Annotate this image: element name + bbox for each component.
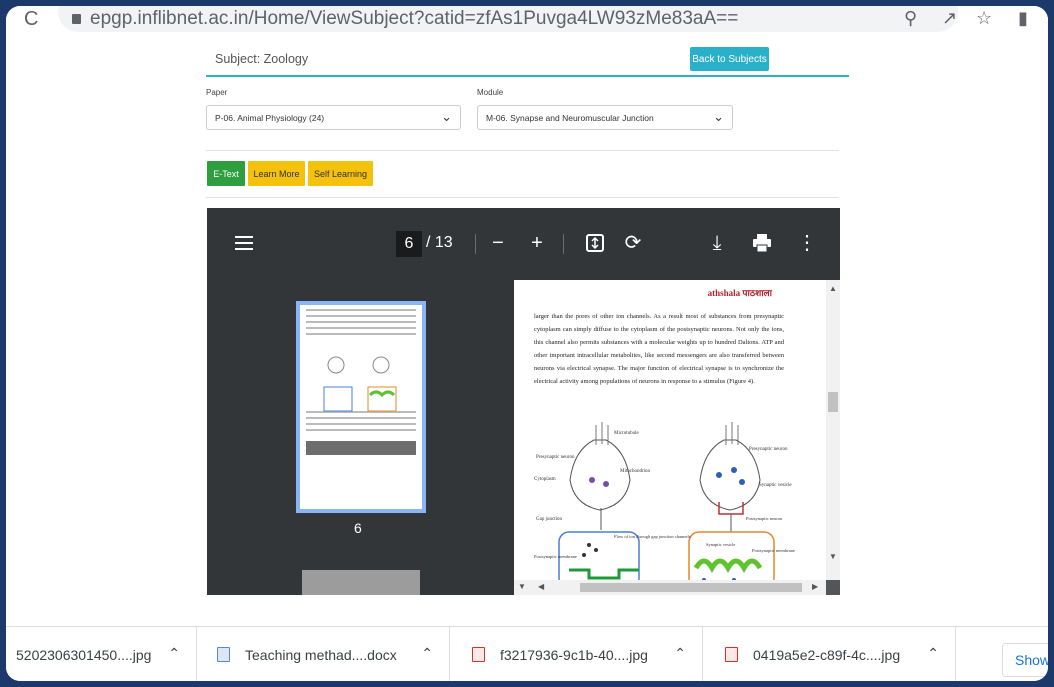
figure-label: Presynaptic neuron [536, 455, 575, 460]
toolbar-divider [475, 234, 476, 254]
paper-select[interactable]: P-06. Animal Physiology (24) ⌄ [206, 105, 461, 130]
scroll-right-icon[interactable]: ▶ [812, 582, 818, 591]
figure-label: Gap junction [536, 517, 562, 522]
thumbnail-sidebar: 6 [207, 280, 514, 595]
menu-icon[interactable] [235, 236, 253, 250]
scroll-left-icon[interactable]: ◀ [538, 582, 544, 591]
downloads-bar: 5202306301450....jpg ⌃ Teaching methad..… [6, 626, 1048, 681]
module-label: Module [477, 88, 504, 97]
scroll-up-icon[interactable]: ▲ [829, 284, 837, 293]
divider [206, 150, 839, 151]
page-thumbnail[interactable] [296, 301, 426, 513]
image-file-icon [472, 647, 485, 662]
page-scrollbar[interactable]: ▲ ▼ [826, 280, 840, 580]
download-icon[interactable]: ⤓ [704, 230, 730, 256]
zoom-out-icon[interactable]: − [485, 230, 511, 256]
scroll-down-icon[interactable]: ▼ [518, 582, 526, 591]
tab-self-learning[interactable]: Self Learning [308, 161, 373, 186]
scrollbar-thumb[interactable] [828, 392, 838, 412]
figure-label: Postsynaptic membrane [534, 554, 577, 559]
chevron-up-icon[interactable]: ⌃ [168, 645, 180, 662]
page-thumbnail[interactable] [302, 570, 420, 595]
divider [206, 197, 839, 198]
figure-label: Postsynaptic neuron [746, 516, 783, 521]
more-options-icon[interactable]: ⋮ [794, 230, 820, 256]
paper-select-value: P-06. Animal Physiology (24) [215, 112, 325, 123]
pdf-toolbar: 6 / 13 − + ⟳ ⤓ ⋮ [207, 208, 840, 280]
scroll-down-icon[interactable]: ▼ [829, 552, 837, 561]
chevron-up-icon[interactable]: ⌃ [927, 645, 939, 662]
chevron-up-icon[interactable]: ⌃ [421, 645, 433, 662]
download-filename: Teaching methad....docx [245, 646, 397, 663]
reload-icon[interactable]: C [24, 8, 38, 31]
chevron-down-icon: ⌄ [713, 109, 724, 124]
download-filename: f3217936-9c1b-40....jpg [500, 646, 648, 663]
figure-label: Cytoplasm [534, 477, 556, 482]
rotate-icon[interactable]: ⟳ [620, 230, 646, 256]
search-icon[interactable]: ⚲ [904, 8, 917, 29]
figure-label: Postsynaptic membrane [752, 548, 795, 553]
figure-label: Synaptic vesicle [706, 542, 735, 547]
synapse-figure: Microtubule Presynaptic neuron Cytoplasm… [534, 422, 795, 589]
show-all-button[interactable]: Show [1002, 643, 1048, 677]
tab-e-text[interactable]: E-Text [207, 161, 245, 186]
image-file-icon [725, 647, 738, 662]
chevron-down-icon: ⌄ [441, 109, 452, 124]
page-number-input[interactable]: 6 [396, 231, 422, 257]
paper-label: Paper [206, 88, 228, 97]
address-bar: C epgp.inflibnet.ac.in/Home/ViewSubject?… [6, 6, 1048, 36]
chevron-up-icon[interactable]: ⌃ [674, 645, 686, 662]
figure-label: Synaptic vesicle [759, 483, 792, 488]
url-text[interactable]: epgp.inflibnet.ac.in/Home/ViewSubject?ca… [90, 8, 738, 30]
thumbnail-page-number: 6 [354, 520, 362, 536]
doc-file-icon [217, 647, 230, 662]
module-select[interactable]: M-06. Synapse and Neuromuscular Junction… [477, 105, 733, 130]
figure-label: Microtubule [614, 431, 639, 436]
scrollbar-thumb[interactable] [580, 583, 802, 592]
download-item[interactable]: f3217936-9c1b-40....jpg ⌃ [450, 627, 703, 681]
figure-label: Mitochondrion [620, 469, 650, 474]
figure-label: Presynaptic neuron [749, 447, 788, 452]
share-icon[interactable]: ↗ [942, 8, 957, 29]
pathshala-logo: athshala पाठशाला [707, 288, 772, 298]
toolbar-divider [563, 234, 564, 254]
download-item[interactable]: Teaching methad....docx ⌃ [197, 627, 450, 681]
page-body-text: larger than the pores of other ion chann… [534, 313, 784, 385]
pdf-viewer: 6 / 13 − + ⟳ ⤓ ⋮ 6 athshala पाठशाला larg… [207, 208, 840, 595]
page-total: / 13 [426, 234, 453, 251]
horizontal-scrollbar[interactable]: ▼ ◀ ▶ [514, 580, 826, 595]
download-item[interactable]: 0419a5e2-c89f-4c....jpg ⌃ [703, 627, 956, 681]
subject-title: Subject: Zoology [215, 52, 309, 66]
header-divider [206, 75, 849, 77]
browser-window: C epgp.inflibnet.ac.in/Home/ViewSubject?… [6, 6, 1048, 681]
figure-label: Flow of ion through gap junction channel… [614, 534, 691, 539]
module-select-value: M-06. Synapse and Neuromuscular Junction [486, 112, 654, 123]
pdf-page: athshala पाठशाला larger than the pores o… [514, 280, 826, 589]
thumbnail-figure [323, 356, 397, 412]
tab-learn-more[interactable]: Learn More [248, 161, 305, 186]
zoom-in-icon[interactable]: + [524, 230, 550, 256]
site-info-icon[interactable] [72, 14, 81, 24]
side-panel-icon[interactable]: ▮ [1018, 8, 1028, 29]
back-to-subjects-button[interactable]: Back to Subjects [690, 47, 769, 71]
download-filename: 0419a5e2-c89f-4c....jpg [753, 646, 901, 663]
download-filename: 5202306301450....jpg [16, 646, 152, 663]
download-item[interactable]: 5202306301450....jpg ⌃ [6, 627, 197, 681]
bookmark-star-icon[interactable]: ☆ [976, 8, 992, 29]
